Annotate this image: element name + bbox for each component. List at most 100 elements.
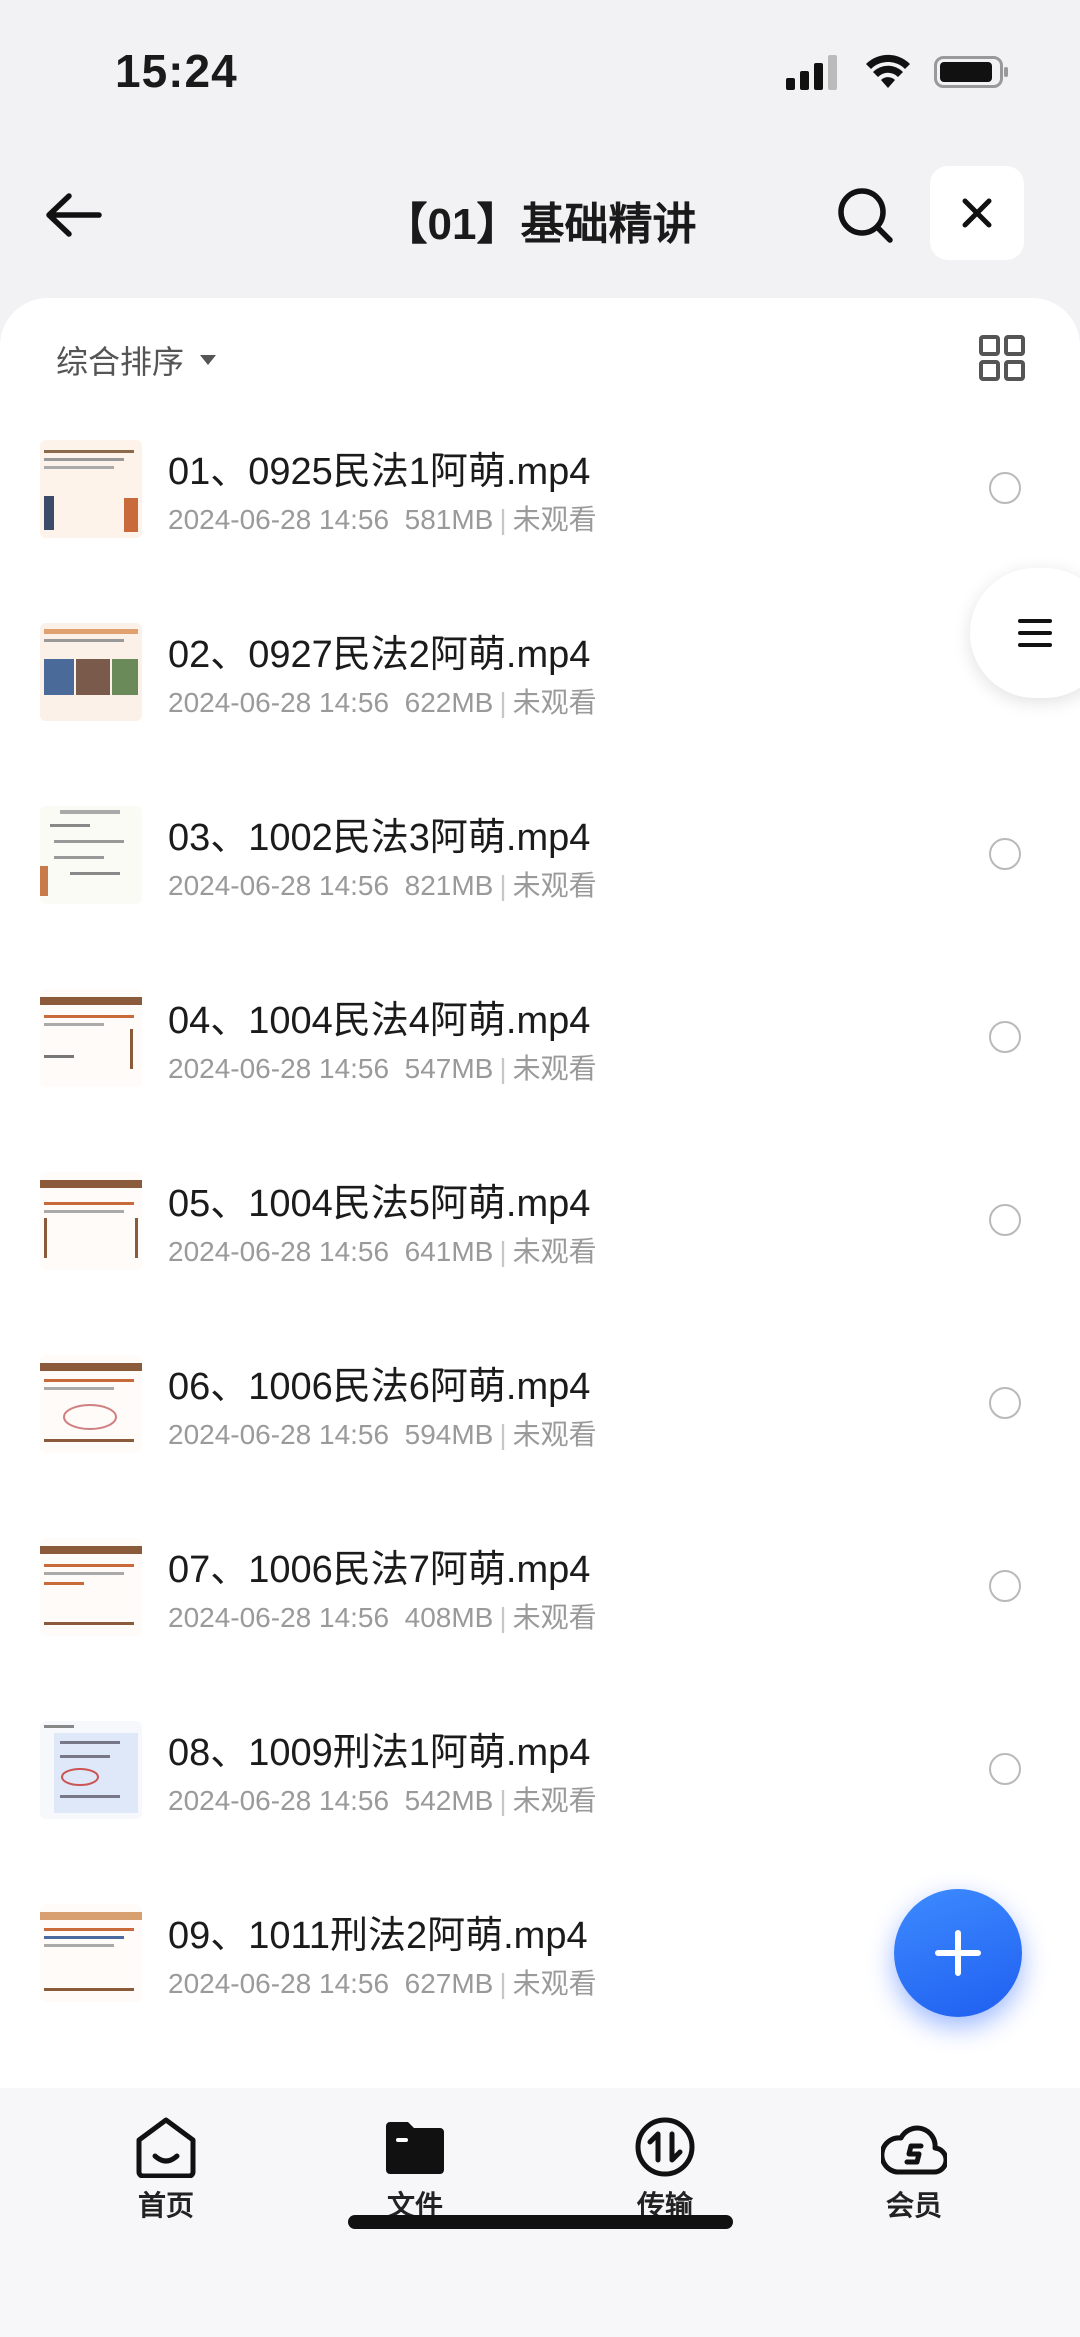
watch-status: 未观看: [512, 687, 597, 718]
file-size: 641MB: [404, 1236, 494, 1267]
page-title: 【01】基础精讲: [383, 200, 697, 249]
top-bar: 【01】基础精讲: [0, 150, 1080, 280]
search-icon: [838, 188, 893, 243]
file-name: 08、1009刑法1阿萌.mp4: [168, 1732, 591, 1774]
meta-divider: |: [499, 1419, 507, 1450]
file-row[interactable]: 02、0927民法2阿萌.mp4 2024-06-28 14:56 622MB |…: [0, 611, 1080, 794]
file-size: 408MB: [404, 1602, 494, 1633]
wifi-icon: [866, 54, 910, 88]
watch-status: 未观看: [512, 870, 597, 901]
watch-status: 未观看: [512, 1968, 597, 1999]
add-button[interactable]: [894, 1889, 1022, 2017]
file-meta: 2024-06-28 14:56 542MB | 未观看: [168, 1779, 597, 1819]
watch-status: 未观看: [512, 504, 597, 535]
file-name: 09、1011刑法2阿萌.mp4: [168, 1915, 588, 1957]
file-size: 594MB: [404, 1419, 494, 1450]
file-date: 2024-06-28 14:56: [168, 504, 390, 535]
grid-view-button[interactable]: [978, 334, 1026, 382]
file-date: 2024-06-28 14:56: [168, 1053, 390, 1084]
file-row[interactable]: 07、1006民法7阿萌.mp4 2024-06-28 14:56 408MB |…: [0, 1526, 1080, 1709]
watch-status: 未观看: [512, 1602, 597, 1633]
sort-label: 综合排序: [56, 344, 185, 380]
video-thumbnail: [40, 623, 142, 721]
transfer-icon: [635, 2117, 695, 2177]
video-thumbnail: [40, 440, 142, 538]
file-date: 2024-06-28 14:56: [168, 1419, 390, 1450]
file-meta: 2024-06-28 14:56 821MB | 未观看: [168, 864, 597, 904]
bottom-tab-bar: 首页 文件 传输 会员: [0, 2088, 1080, 2337]
file-meta: 2024-06-28 14:56 641MB | 未观看: [168, 1230, 597, 1270]
video-thumbnail: [40, 1538, 142, 1636]
watch-status: 未观看: [512, 1053, 597, 1084]
meta-divider: |: [499, 1602, 507, 1633]
file-name: 06、1006民法6阿萌.mp4: [168, 1366, 591, 1408]
file-size: 542MB: [404, 1785, 494, 1816]
search-button[interactable]: [828, 178, 902, 252]
file-meta: 2024-06-28 14:56 408MB | 未观看: [168, 1596, 597, 1636]
file-name: 01、0925民法1阿萌.mp4: [168, 451, 591, 493]
home-indicator: [348, 2215, 733, 2229]
meta-divider: |: [499, 687, 507, 718]
file-row[interactable]: 03、1002民法3阿萌.mp4 2024-06-28 14:56 821MB |…: [0, 794, 1080, 977]
meta-divider: |: [499, 870, 507, 901]
grid-icon: [979, 335, 1025, 381]
file-meta: 2024-06-28 14:56 581MB | 未观看: [168, 498, 597, 538]
file-size: 547MB: [404, 1053, 494, 1084]
tab-files[interactable]: 文件: [335, 2116, 495, 2226]
meta-divider: |: [499, 1968, 507, 1999]
select-radio[interactable]: [989, 1021, 1021, 1053]
file-meta: 2024-06-28 14:56 622MB | 未观看: [168, 681, 597, 721]
select-radio[interactable]: [989, 472, 1021, 504]
file-row[interactable]: 05、1004民法5阿萌.mp4 2024-06-28 14:56 641MB |…: [0, 1160, 1080, 1343]
file-row[interactable]: 06、1006民法6阿萌.mp4 2024-06-28 14:56 594MB |…: [0, 1343, 1080, 1526]
tab-vip[interactable]: 会员: [834, 2116, 994, 2226]
file-date: 2024-06-28 14:56: [168, 1602, 390, 1633]
file-row[interactable]: 08、1009刑法1阿萌.mp4 2024-06-28 14:56 542MB |…: [0, 1709, 1080, 1892]
file-name: 02、0927民法2阿萌.mp4: [168, 634, 591, 676]
close-button[interactable]: [930, 166, 1024, 260]
battery-icon: [934, 56, 1008, 88]
file-size: 627MB: [404, 1968, 494, 1999]
file-size: 581MB: [404, 504, 494, 535]
plus-icon: [935, 1930, 981, 1976]
file-meta: 2024-06-28 14:56 594MB | 未观看: [168, 1413, 597, 1453]
tab-transfer[interactable]: 传输: [585, 2116, 745, 2226]
file-date: 2024-06-28 14:56: [168, 1968, 390, 1999]
meta-divider: |: [499, 1236, 507, 1267]
select-radio[interactable]: [989, 1570, 1021, 1602]
watch-status: 未观看: [512, 1236, 597, 1267]
select-radio[interactable]: [989, 838, 1021, 870]
file-list: 01、0925民法1阿萌.mp4 2024-06-28 14:56 581MB |…: [0, 428, 1080, 2075]
tab-home[interactable]: 首页: [86, 2116, 246, 2226]
video-thumbnail: [40, 806, 142, 904]
home-icon: [136, 2117, 196, 2178]
file-row[interactable]: 01、0925民法1阿萌.mp4 2024-06-28 14:56 581MB |…: [0, 428, 1080, 611]
tab-vip-label: 会员: [885, 2190, 942, 2221]
file-name: 07、1006民法7阿萌.mp4: [168, 1549, 591, 1591]
file-size: 821MB: [404, 870, 494, 901]
close-icon: [962, 198, 992, 228]
select-radio[interactable]: [989, 1387, 1021, 1419]
caret-down-icon: [200, 355, 217, 365]
cellular-signal-icon: [786, 55, 837, 90]
file-row[interactable]: 04、1004民法4阿萌.mp4 2024-06-28 14:56 547MB |…: [0, 977, 1080, 1160]
sort-dropdown[interactable]: 综合排序: [56, 338, 218, 382]
meta-divider: |: [499, 1785, 507, 1816]
watch-status: 未观看: [512, 1785, 597, 1816]
meta-divider: |: [499, 1053, 507, 1084]
video-thumbnail: [40, 1172, 142, 1270]
select-radio[interactable]: [989, 1753, 1021, 1785]
file-name: 04、1004民法4阿萌.mp4: [168, 1000, 591, 1042]
file-sheet: 综合排序 01、0925民法1阿萌.mp4 2024-06-28 14:56 5…: [0, 298, 1080, 2088]
file-date: 2024-06-28 14:56: [168, 1236, 390, 1267]
file-date: 2024-06-28 14:56: [168, 1785, 390, 1816]
video-thumbnail: [40, 1355, 142, 1453]
vip-icon: [881, 2125, 947, 2175]
status-time: 15:24: [115, 45, 238, 97]
file-date: 2024-06-28 14:56: [168, 687, 390, 718]
file-name: 03、1002民法3阿萌.mp4: [168, 817, 591, 859]
folder-icon: [386, 2122, 444, 2174]
status-icons: [786, 50, 1010, 94]
video-thumbnail: [40, 989, 142, 1087]
select-radio[interactable]: [989, 1204, 1021, 1236]
